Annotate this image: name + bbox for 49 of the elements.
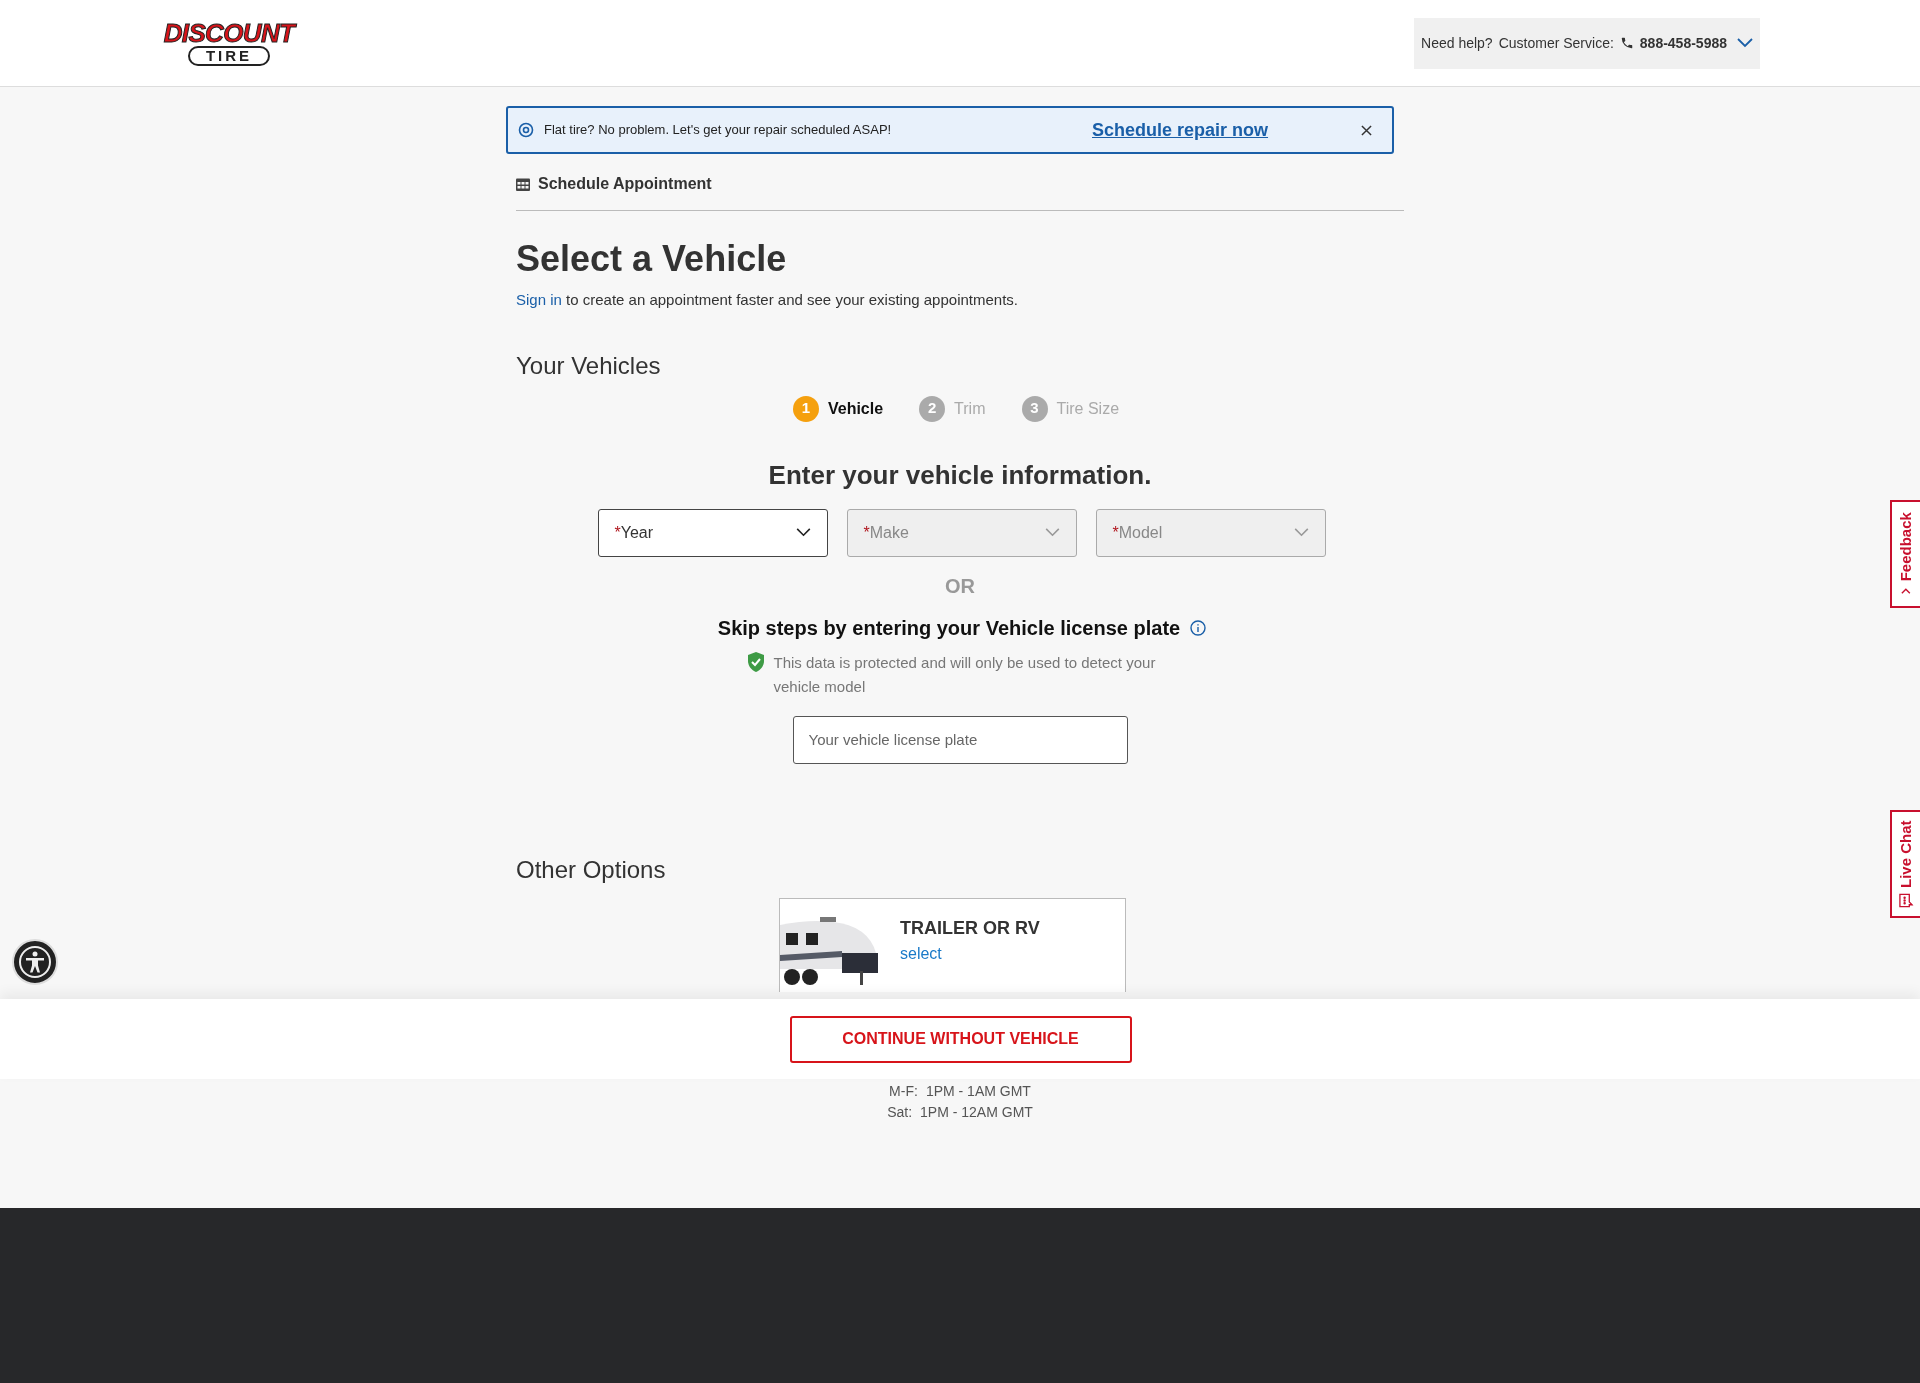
section-heading: Other Options [516, 854, 667, 885]
side-tab[interactable]: Live Chat [1890, 810, 1920, 918]
select-field[interactable]: *Year [597, 508, 828, 557]
chevron-down-icon [795, 528, 811, 537]
close-icon[interactable] [1361, 124, 1372, 136]
step-label: Tire Size [1056, 398, 1120, 419]
hours-time: 1PM - 12AM GMT [920, 1103, 1033, 1122]
sign-in-text: Sign in to create an appointment faster and see your existing appointments. [516, 290, 1019, 310]
page-title: Select a Vehicle [516, 237, 788, 281]
hours-time: 1PM - 1AM GMT [925, 1082, 1031, 1101]
chevron-down-icon [1293, 528, 1309, 537]
option-card[interactable]: TRAILER OR RV select [779, 897, 1126, 992]
calendar-icon [516, 177, 530, 191]
step-label: Vehicle [827, 398, 884, 419]
continue-without-vehicle-button[interactable]: CONTINUE WITHOUT VEHICLE [789, 1015, 1132, 1063]
accessibility-icon [17, 944, 53, 980]
section-heading: Your Vehicles [516, 350, 662, 381]
step-number: 1 [792, 395, 819, 422]
chevron-down-icon [1044, 528, 1060, 537]
help-label: Need help? [1421, 33, 1493, 53]
step-number: 3 [1021, 395, 1048, 422]
form-heading: Enter your vehicle information. [767, 458, 1153, 492]
info-icon[interactable] [1190, 619, 1207, 636]
accessibility-button[interactable] [12, 939, 58, 985]
phone-icon [1619, 36, 1634, 50]
select-link[interactable]: select [900, 941, 942, 966]
license-plate-input[interactable]: Your vehicle license plate [792, 715, 1128, 764]
phone-number: 888-458-5988 [1639, 33, 1727, 53]
service-label: Customer Service: [1498, 33, 1614, 53]
step-number: 2 [919, 395, 946, 422]
step-label: Trim [954, 398, 986, 419]
customer-service-panel[interactable]: Need help? Customer Service: 888-458-5988 [1414, 17, 1760, 69]
shield-check-icon [745, 650, 766, 673]
breadcrumb: Schedule Appointment [538, 174, 712, 194]
chevron-icon [1901, 586, 1911, 597]
or-divider-text: OR [945, 573, 975, 599]
tire-icon [518, 122, 534, 138]
hours-days: Sat: [887, 1102, 913, 1123]
sign-in-link[interactable]: Sign in [516, 291, 562, 308]
plate-heading: Skip steps by entering your Vehicle license plate [717, 615, 1181, 641]
hours-days: M-F: [889, 1081, 918, 1102]
chat-icon [1898, 892, 1914, 908]
chevron-down-icon [1737, 38, 1753, 48]
banner-message: Flat tire? No problem. Let's get your repair scheduled ASAP! [544, 121, 893, 140]
logo[interactable]: DISCOUNT TIRE [160, 20, 298, 66]
schedule-repair-link[interactable]: Schedule repair now [1092, 116, 1269, 144]
side-tab[interactable]: Feedback [1890, 500, 1920, 608]
privacy-note: This data is protected and will only be used to detect your vehicle model [773, 652, 1157, 697]
card-title: TRAILER OR RV [900, 916, 1040, 940]
